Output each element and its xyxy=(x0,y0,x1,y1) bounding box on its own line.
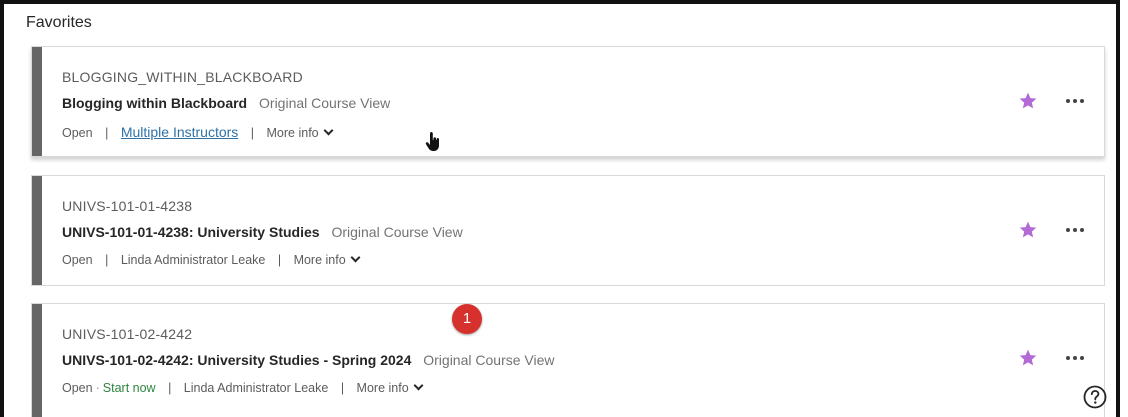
separator: | xyxy=(250,126,255,140)
course-name[interactable]: Blogging within Blackboard xyxy=(62,95,247,111)
course-view-type: Original Course View xyxy=(259,95,391,111)
course-title-line: UNIVS-101-01-4238: University Studies Or… xyxy=(62,224,463,240)
more-info-label: More info xyxy=(293,253,346,267)
separator: | xyxy=(340,381,345,395)
more-info-label: More info xyxy=(266,126,319,140)
course-meta: Open | Linda Administrator Leake | More … xyxy=(62,252,361,267)
course-title-line: UNIVS-101-02-4242: University Studies - … xyxy=(62,352,555,368)
instructors-link[interactable]: Multiple Instructors xyxy=(121,124,238,140)
help-icon[interactable] xyxy=(1083,385,1107,409)
star-icon[interactable] xyxy=(1018,91,1038,111)
more-info-toggle[interactable]: More info xyxy=(266,125,334,140)
star-icon[interactable] xyxy=(1018,348,1038,368)
course-status: Open xyxy=(62,253,93,267)
course-view-type: Original Course View xyxy=(423,352,555,368)
course-id: UNIVS-101-02-4242 xyxy=(62,326,193,342)
course-view-type: Original Course View xyxy=(331,224,463,240)
separator: | xyxy=(105,126,109,140)
instructor-name: Linda Administrator Leake xyxy=(120,253,266,267)
chevron-down-icon xyxy=(413,380,424,391)
chevron-down-icon xyxy=(323,125,334,136)
star-icon[interactable] xyxy=(1018,220,1038,240)
annotation-badge: 1 xyxy=(452,304,482,334)
card-stripe xyxy=(32,176,42,285)
separator: | xyxy=(105,253,109,267)
separator: | xyxy=(168,381,172,395)
separator: | xyxy=(277,253,282,267)
more-info-toggle[interactable]: More info xyxy=(356,380,424,395)
course-meta: Open | Multiple Instructors | More info xyxy=(62,124,334,140)
course-title-line: Blogging within Blackboard Original Cour… xyxy=(62,95,390,111)
course-name[interactable]: UNIVS-101-02-4242: University Studies - … xyxy=(62,352,411,368)
course-card[interactable]: UNIVS-101-01-4238 UNIVS-101-01-4238: Uni… xyxy=(31,175,1105,286)
more-info-label: More info xyxy=(356,381,409,395)
card-stripe xyxy=(32,304,42,417)
more-options-icon[interactable] xyxy=(1066,99,1084,103)
course-id: UNIVS-101-01-4238 xyxy=(62,198,193,214)
course-card[interactable]: BLOGGING_WITHIN_BLACKBOARD Blogging with… xyxy=(31,46,1105,157)
course-card[interactable]: UNIVS-101-02-4242 UNIVS-101-02-4242: Uni… xyxy=(31,303,1105,417)
more-options-icon[interactable] xyxy=(1066,356,1084,360)
course-status: Open xyxy=(62,126,93,140)
more-options-icon[interactable] xyxy=(1066,228,1084,232)
chevron-down-icon xyxy=(350,252,361,263)
more-info-toggle[interactable]: More info xyxy=(293,252,361,267)
section-title: Favorites xyxy=(26,14,92,31)
start-now-link[interactable]: Start now xyxy=(103,381,156,395)
instructor-name: Linda Administrator Leake xyxy=(183,381,329,395)
course-name[interactable]: UNIVS-101-01-4238: University Studies xyxy=(62,224,320,240)
hand-cursor-icon xyxy=(425,132,439,151)
course-id: BLOGGING_WITHIN_BLACKBOARD xyxy=(62,69,303,85)
course-meta: Open · Start now | Linda Administrator Lea… xyxy=(62,380,424,395)
dot-separator: · xyxy=(95,381,100,395)
course-status: Open xyxy=(62,381,93,395)
card-stripe xyxy=(32,47,42,156)
